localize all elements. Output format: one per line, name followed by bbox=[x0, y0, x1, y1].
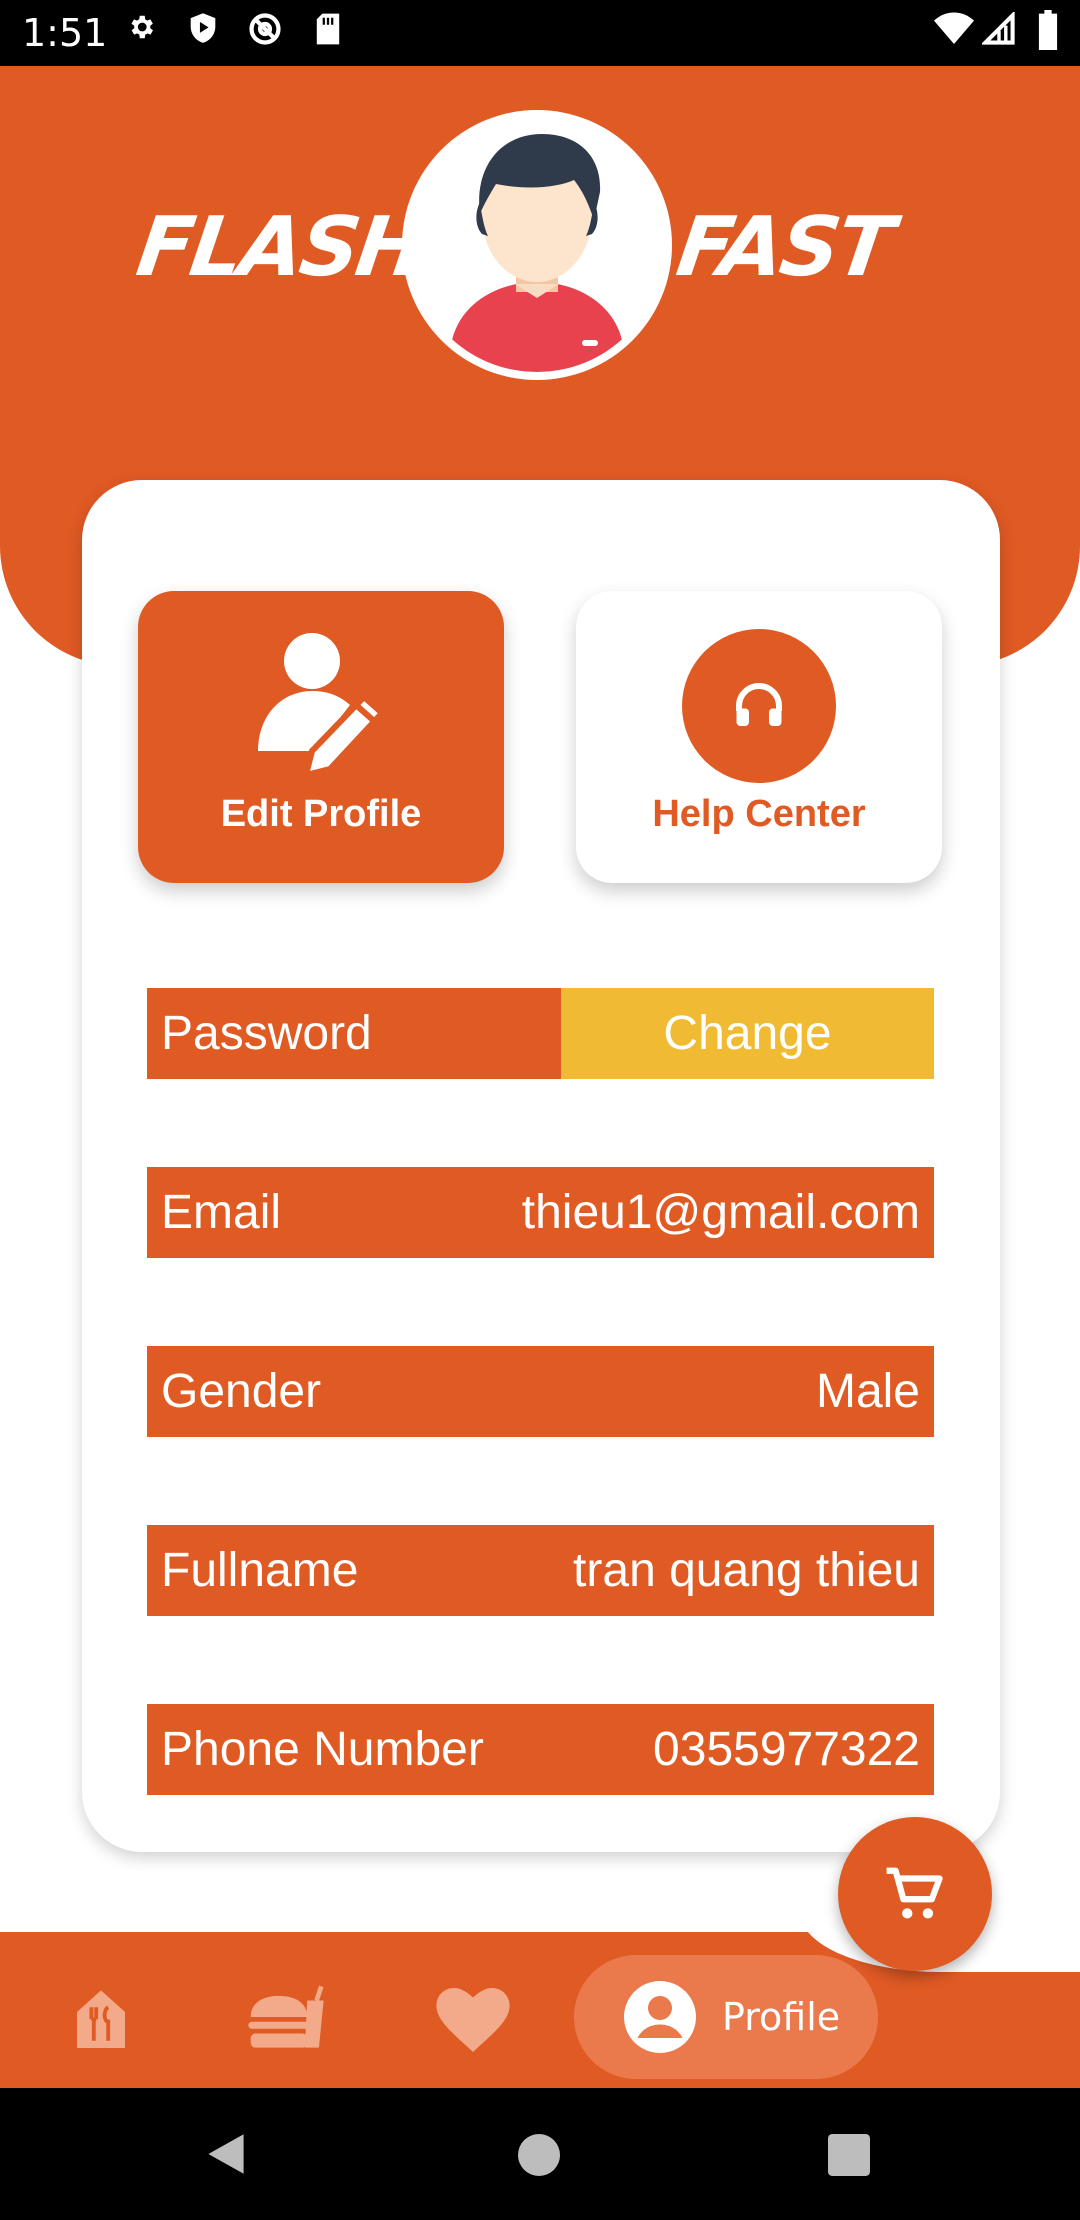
home-icon[interactable] bbox=[72, 1988, 130, 2048]
fullname-row[interactable]: Fullname tran quang thieu bbox=[147, 1525, 934, 1616]
email-row[interactable]: Email thieu1@gmail.com bbox=[147, 1167, 934, 1258]
fullname-value: tran quang thieu bbox=[573, 1544, 920, 1597]
avatar[interactable] bbox=[402, 110, 672, 380]
brand-left: FLASH bbox=[131, 200, 430, 295]
email-label: Email bbox=[161, 1186, 282, 1239]
change-password-button[interactable]: Change bbox=[561, 988, 934, 1079]
cart-icon bbox=[886, 1867, 943, 1919]
phone-row[interactable]: Phone Number 0355977322 bbox=[147, 1704, 934, 1795]
battery-icon bbox=[1038, 10, 1058, 50]
brand-right: FAST bbox=[671, 200, 897, 295]
profile-icon bbox=[624, 1981, 696, 2053]
nav-profile-label: Profile bbox=[722, 1995, 841, 2039]
signal-icon bbox=[982, 12, 1015, 45]
status-bar: 1:51 bbox=[0, 0, 1080, 66]
recents-icon[interactable] bbox=[828, 2134, 870, 2176]
gender-row[interactable]: Gender Male bbox=[147, 1346, 934, 1437]
email-value: thieu1@gmail.com bbox=[521, 1186, 920, 1239]
edit-user-icon bbox=[258, 633, 385, 778]
food-icon[interactable] bbox=[246, 1984, 326, 2050]
shield-play-icon bbox=[190, 13, 216, 43]
fullname-label: Fullname bbox=[161, 1544, 359, 1597]
cart-button[interactable] bbox=[838, 1817, 992, 1971]
edit-profile-button[interactable]: Edit Profile bbox=[138, 591, 504, 883]
gender-value: Male bbox=[815, 1365, 920, 1418]
gear-icon bbox=[131, 15, 153, 39]
gender-label: Gender bbox=[161, 1365, 322, 1418]
avatar-figure bbox=[452, 134, 622, 372]
password-row: Password Change bbox=[147, 988, 934, 1079]
phone-label: Phone Number bbox=[161, 1723, 484, 1776]
edit-profile-label: Edit Profile bbox=[220, 793, 422, 835]
help-center-button[interactable]: Help Center bbox=[576, 591, 942, 883]
help-center-icon-circle bbox=[682, 629, 836, 783]
status-time: 1:51 bbox=[22, 11, 108, 55]
wifi-icon bbox=[934, 12, 974, 44]
system-nav-bar bbox=[0, 2088, 1080, 2220]
heart-icon[interactable] bbox=[436, 1988, 510, 2052]
avatar-image bbox=[410, 118, 664, 372]
sd-card-icon bbox=[316, 13, 340, 45]
back-icon[interactable] bbox=[204, 2132, 248, 2176]
phone-value: 0355977322 bbox=[653, 1723, 920, 1776]
nav-profile-tab[interactable]: Profile bbox=[574, 1955, 878, 2079]
home-circle-icon[interactable] bbox=[518, 2134, 560, 2176]
at-sign-icon bbox=[249, 13, 281, 45]
help-center-label: Help Center bbox=[652, 793, 866, 835]
headset-icon bbox=[736, 683, 782, 726]
password-label: Password bbox=[161, 1007, 372, 1060]
